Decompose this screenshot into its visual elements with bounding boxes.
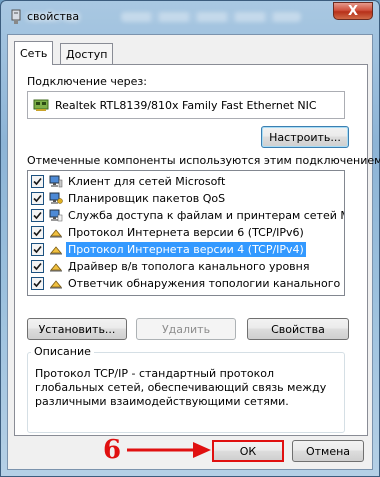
checkmark-icon <box>33 177 42 186</box>
title-bar[interactable]: свойства X <box>1 1 380 35</box>
component-label: Планировщик пакетов QoS <box>68 192 226 205</box>
component-label: Клиент для сетей Microsoft <box>68 175 226 188</box>
component-label: Протокол Интернета версии 6 (TCP/IPv6) <box>68 226 304 239</box>
component-label: Служба доступа к файлам и принтерам сете… <box>68 209 344 222</box>
network-client-icon <box>49 175 63 188</box>
checkbox[interactable] <box>31 226 44 239</box>
checkmark-icon <box>33 194 42 203</box>
cancel-button-label: Отмена <box>305 444 351 458</box>
list-item[interactable]: Планировщик пакетов QoS <box>28 190 344 207</box>
annotation-arrow-icon <box>127 442 211 458</box>
properties-button-label: Свойства <box>271 322 325 336</box>
list-item[interactable]: Служба доступа к файлам и принтерам сете… <box>28 207 344 224</box>
window-title: свойства <box>27 10 80 23</box>
checkmark-icon <box>33 228 42 237</box>
list-item[interactable]: Протокол Интернета версии 4 (TCP/IPv4) <box>28 241 344 258</box>
title-blurred-text <box>121 12 301 22</box>
tab-sharing[interactable]: Доступ <box>60 43 114 64</box>
dialog-client-area: Сеть Доступ Подключение через: Realtek R… <box>7 34 380 470</box>
components-list[interactable]: Клиент для сетей Microsoft Планировщик п… <box>27 170 345 296</box>
close-icon: X <box>347 3 359 19</box>
checkbox[interactable] <box>31 243 44 256</box>
qos-service-icon <box>49 192 63 204</box>
remove-button[interactable]: Удалить <box>136 318 236 340</box>
checkbox[interactable] <box>31 192 44 205</box>
tab-network-label: Сеть <box>20 47 48 60</box>
checkbox[interactable] <box>31 260 44 273</box>
component-label-selected: Протокол Интернета версии 4 (TCP/IPv4) <box>66 242 306 257</box>
adapter-name: Realtek RTL8139/810x Family Fast Etherne… <box>55 98 317 112</box>
file-printer-sharing-icon <box>49 209 63 222</box>
description-title: Описание <box>31 345 94 358</box>
components-label: Отмеченные компоненты используются этим … <box>27 154 380 167</box>
checkbox[interactable] <box>31 209 44 222</box>
tab-network[interactable]: Сеть <box>14 41 54 65</box>
list-item[interactable]: Драйвер в/в тополога канального уровня <box>28 258 344 275</box>
checkbox[interactable] <box>31 175 44 188</box>
install-button[interactable]: Установить... <box>27 318 127 340</box>
properties-button[interactable]: Свойства <box>247 318 349 340</box>
configure-button[interactable]: Настроить... <box>261 126 349 148</box>
description-text: Протокол TCP/IP - стандартный протокол г… <box>35 367 327 408</box>
close-button[interactable]: X <box>333 2 373 20</box>
tab-panel-network: Подключение через: Realtek RTL8139/810x … <box>14 64 380 436</box>
network-card-icon <box>33 99 49 111</box>
list-item[interactable]: Клиент для сетей Microsoft <box>28 173 344 190</box>
configure-button-label: Настроить... <box>269 130 341 144</box>
checkmark-icon <box>33 262 42 271</box>
protocol-icon <box>50 229 62 238</box>
connect-using-label: Подключение через: <box>27 75 147 88</box>
install-button-label: Установить... <box>38 322 116 336</box>
checkmark-icon <box>33 279 42 288</box>
remove-button-label: Удалить <box>161 322 211 336</box>
network-adapter-icon <box>11 9 21 24</box>
checkmark-icon <box>33 211 42 220</box>
protocol-icon <box>50 280 62 289</box>
component-label: Ответчик обнаружения топологии канальног… <box>68 277 344 290</box>
annotation-step-number: 6 <box>103 435 122 465</box>
protocol-icon <box>50 263 62 272</box>
cancel-button[interactable]: Отмена <box>292 440 364 462</box>
ok-button[interactable]: ОК <box>212 440 284 462</box>
list-item[interactable]: Ответчик обнаружения топологии канальног… <box>28 275 344 292</box>
dialog-window: свойства X Сеть Доступ Подключение через… <box>0 0 380 477</box>
adapter-field: Realtek RTL8139/810x Family Fast Etherne… <box>27 91 345 119</box>
list-item[interactable]: Протокол Интернета версии 6 (TCP/IPv6) <box>28 224 344 241</box>
protocol-icon <box>50 246 62 255</box>
component-label: Драйвер в/в тополога канального уровня <box>68 260 310 273</box>
checkbox[interactable] <box>31 277 44 290</box>
tab-sharing-label: Доступ <box>66 47 108 61</box>
checkmark-icon <box>33 245 42 254</box>
ok-button-label: ОК <box>239 444 257 458</box>
